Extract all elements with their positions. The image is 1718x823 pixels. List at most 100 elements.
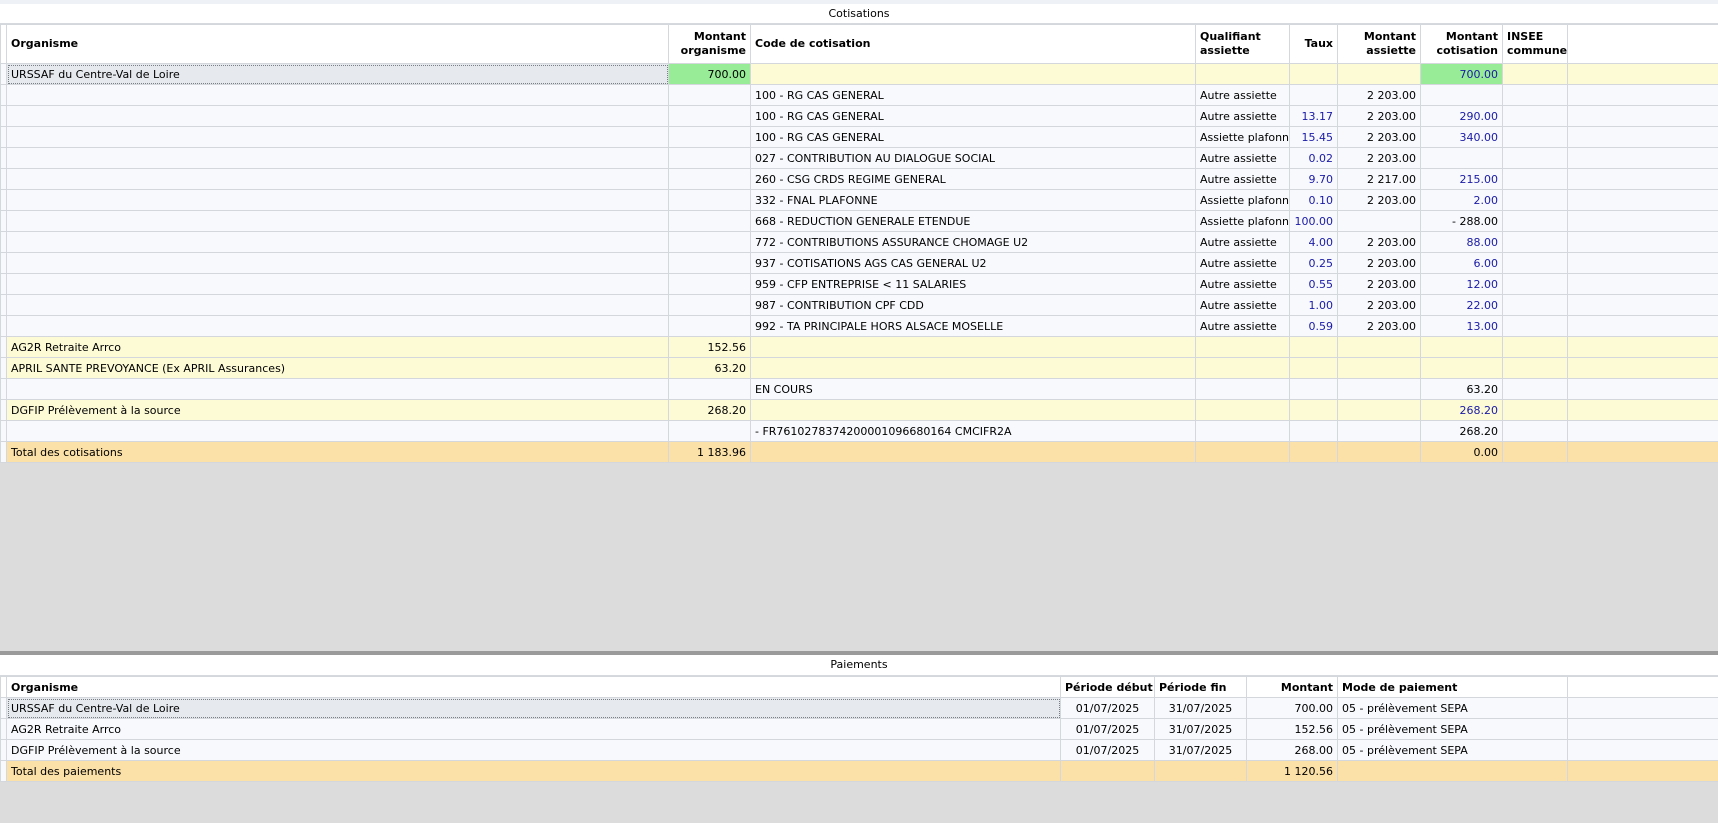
cell-montant-cotisation[interactable]: [1420, 357, 1503, 379]
cell-taux[interactable]: [1289, 420, 1338, 442]
cell-code-cotisation[interactable]: 100 - RG CAS GENERAL: [750, 84, 1196, 106]
cell-organisme[interactable]: Total des paiements: [6, 760, 1061, 782]
cell-organisme[interactable]: [6, 378, 669, 400]
cell-qualifiant-assiette[interactable]: [1195, 441, 1290, 463]
cell-code-cotisation[interactable]: 100 - RG CAS GENERAL: [750, 105, 1196, 127]
cotisation-row[interactable]: 937 - COTISATIONS AGS CAS GENERAL U2 Autr…: [0, 252, 1718, 274]
cell-organisme[interactable]: [6, 252, 669, 274]
cotisation-row[interactable]: 100 - RG CAS GENERAL Autre assiette 13.17 2…: [0, 105, 1718, 127]
cell-montant-organisme[interactable]: [668, 294, 751, 316]
cell-qualifiant-assiette[interactable]: [1195, 420, 1290, 442]
cell-organisme[interactable]: DGFIP Prélèvement à la source: [6, 399, 669, 421]
cell-code-cotisation[interactable]: 100 - RG CAS GENERAL: [750, 126, 1196, 148]
cell-organisme[interactable]: [6, 147, 669, 169]
cell-organisme[interactable]: URSSAF du Centre-Val de Loire: [6, 697, 1061, 719]
cell-organisme[interactable]: [6, 210, 669, 232]
paiement-row[interactable]: DGFIP Prélèvement à la source 01/07/2025 3…: [0, 739, 1718, 761]
cell-montant-organisme[interactable]: 700.00: [668, 63, 751, 85]
cell-montant-assiette[interactable]: 2 203.00: [1337, 231, 1421, 253]
cell-code-cotisation[interactable]: 260 - CSG CRDS REGIME GENERAL: [750, 168, 1196, 190]
cell-qualifiant-assiette[interactable]: [1195, 357, 1290, 379]
cell-organisme[interactable]: URSSAF du Centre-Val de Loire: [6, 63, 669, 85]
header-organisme[interactable]: Organisme: [6, 676, 1061, 698]
cell-montant-cotisation[interactable]: [1420, 84, 1503, 106]
cell-montant-cotisation[interactable]: 6.00: [1420, 252, 1503, 274]
cell-montant-organisme[interactable]: [668, 420, 751, 442]
cell-qualifiant-assiette[interactable]: Autre assiette: [1195, 84, 1290, 106]
header-organisme[interactable]: Organisme: [6, 24, 669, 64]
cell-montant-cotisation[interactable]: 2.00: [1420, 189, 1503, 211]
cell-code-cotisation[interactable]: [750, 336, 1196, 358]
cell-montant-organisme[interactable]: [668, 189, 751, 211]
cell-qualifiant-assiette[interactable]: Autre assiette: [1195, 105, 1290, 127]
cell-code-cotisation[interactable]: EN COURS: [750, 378, 1196, 400]
cell-code-cotisation[interactable]: [750, 357, 1196, 379]
cell-code-cotisation[interactable]: [750, 399, 1196, 421]
cell-montant-organisme[interactable]: [668, 84, 751, 106]
cell-insee-commune[interactable]: [1502, 273, 1568, 295]
cell-insee-commune[interactable]: [1502, 63, 1568, 85]
cell-montant-organisme[interactable]: [668, 231, 751, 253]
cell-taux[interactable]: 0.55: [1289, 273, 1338, 295]
cell-montant-assiette[interactable]: [1337, 63, 1421, 85]
cell-qualifiant-assiette[interactable]: Autre assiette: [1195, 273, 1290, 295]
cell-code-cotisation[interactable]: 987 - CONTRIBUTION CPF CDD: [750, 294, 1196, 316]
cell-qualifiant-assiette[interactable]: Assiette plafonnée: [1195, 189, 1290, 211]
cell-montant-cotisation[interactable]: 268.20: [1420, 399, 1503, 421]
cell-insee-commune[interactable]: [1502, 105, 1568, 127]
cell-montant-organisme[interactable]: [668, 210, 751, 232]
cell-taux[interactable]: 100.00: [1289, 210, 1338, 232]
cell-organisme[interactable]: [6, 420, 669, 442]
cotisation-row[interactable]: 668 - REDUCTION GENERALE ETENDUE Assiette…: [0, 210, 1718, 232]
cell-montant-cotisation[interactable]: 0.00: [1420, 441, 1503, 463]
cotisation-row[interactable]: 332 - FNAL PLAFONNEAssiette plafonnée0.1…: [0, 189, 1718, 211]
cell-montant-organisme[interactable]: [668, 105, 751, 127]
cell-taux[interactable]: 0.25: [1289, 252, 1338, 274]
cell-taux[interactable]: [1289, 399, 1338, 421]
cell-qualifiant-assiette[interactable]: Autre assiette: [1195, 294, 1290, 316]
cell-taux[interactable]: 0.02: [1289, 147, 1338, 169]
cell-insee-commune[interactable]: [1502, 357, 1568, 379]
cell-montant-assiette[interactable]: [1337, 441, 1421, 463]
cell-insee-commune[interactable]: [1502, 84, 1568, 106]
cell-organisme[interactable]: [6, 168, 669, 190]
cell-qualifiant-assiette[interactable]: Autre assiette: [1195, 252, 1290, 274]
cotisation-row[interactable]: 100 - RG CAS GENERALAssiette plafonnée15…: [0, 126, 1718, 148]
cell-montant-organisme[interactable]: [668, 147, 751, 169]
cell-qualifiant-assiette[interactable]: Autre assiette: [1195, 168, 1290, 190]
cell-insee-commune[interactable]: [1502, 441, 1568, 463]
header-montant[interactable]: Montant: [1246, 676, 1338, 698]
header-montant-assiette[interactable]: Montant assiette: [1337, 24, 1421, 64]
cell-taux[interactable]: 4.00: [1289, 231, 1338, 253]
cell-taux[interactable]: [1289, 336, 1338, 358]
cell-qualifiant-assiette[interactable]: Autre assiette: [1195, 231, 1290, 253]
cell-qualifiant-assiette[interactable]: Assiette plafonnée: [1195, 126, 1290, 148]
header-periode-fin[interactable]: Période fin: [1154, 676, 1247, 698]
cell-organisme[interactable]: [6, 231, 669, 253]
cell-montant-organisme[interactable]: [668, 168, 751, 190]
cell-montant-organisme[interactable]: [668, 273, 751, 295]
cell-periode-debut[interactable]: 01/07/2025: [1060, 718, 1155, 740]
cell-montant-assiette[interactable]: [1337, 210, 1421, 232]
cell-montant-cotisation[interactable]: 215.00: [1420, 168, 1503, 190]
cell-insee-commune[interactable]: [1502, 231, 1568, 253]
cell-mode-paiement[interactable]: 05 - prélèvement SEPA: [1337, 739, 1568, 761]
cell-montant-assiette[interactable]: [1337, 399, 1421, 421]
cell-taux[interactable]: [1289, 441, 1338, 463]
cell-organisme[interactable]: [6, 294, 669, 316]
cell-montant-assiette[interactable]: 2 203.00: [1337, 273, 1421, 295]
cell-taux[interactable]: [1289, 84, 1338, 106]
cell-montant-organisme[interactable]: 1 183.96: [668, 441, 751, 463]
cell-taux[interactable]: 0.10: [1289, 189, 1338, 211]
cell-taux[interactable]: 13.17: [1289, 105, 1338, 127]
cell-organisme[interactable]: [6, 189, 669, 211]
cotisation-row[interactable]: 100 - RG CAS GENERAL Autre assiette 2 203.…: [0, 84, 1718, 106]
cotisation-row[interactable]: 260 - CSG CRDS REGIME GENERAL Autre assie…: [0, 168, 1718, 190]
cell-qualifiant-assiette[interactable]: [1195, 399, 1290, 421]
cotisations-total-row[interactable]: Total des cotisations 1 183.96 0.00: [0, 441, 1718, 463]
cell-insee-commune[interactable]: [1502, 315, 1568, 337]
cell-montant[interactable]: 152.56: [1246, 718, 1338, 740]
cell-insee-commune[interactable]: [1502, 252, 1568, 274]
cell-montant-cotisation[interactable]: 13.00: [1420, 315, 1503, 337]
cell-code-cotisation[interactable]: [750, 441, 1196, 463]
